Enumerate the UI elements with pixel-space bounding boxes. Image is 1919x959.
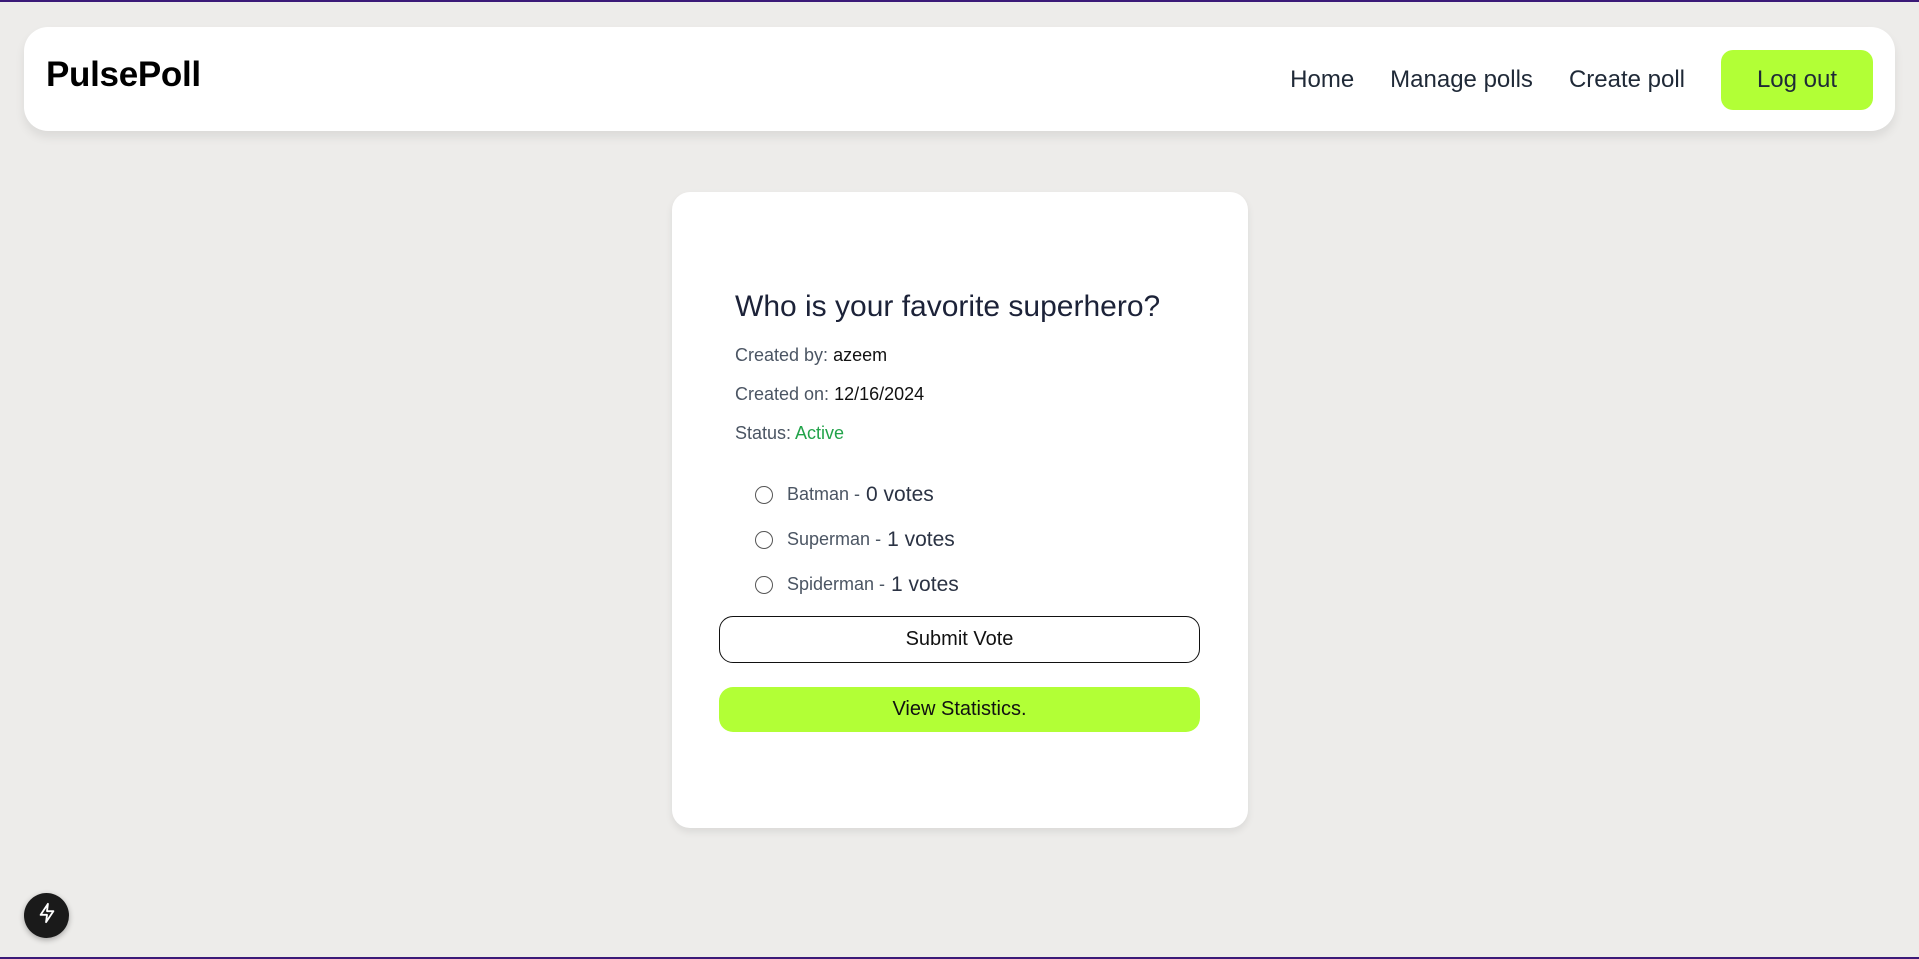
option-separator: - [875,529,882,549]
option-batman[interactable]: Batman - 0 votes [755,472,959,517]
option-votes: 1 votes [887,527,955,551]
logout-button[interactable]: Log out [1721,50,1873,110]
status-badge: Active [795,423,845,443]
poll-status: Status: Active [735,423,844,444]
option-label: Superman [787,529,871,549]
poll-options: Batman - 0 votes Superman - 1 votes Spid… [755,472,959,607]
poll-created-on: Created on: 12/16/2024 [735,384,924,405]
nav-home-link[interactable]: Home [1290,66,1354,94]
option-separator: - [854,484,861,504]
nav-create-poll-link[interactable]: Create poll [1569,66,1685,94]
lightning-icon [36,902,58,929]
top-navbar: PulsePoll Home Manage polls Create poll … [24,27,1895,131]
brand-logo[interactable]: PulsePoll [46,55,201,95]
option-spiderman[interactable]: Spiderman - 1 votes [755,562,959,607]
dev-tools-button[interactable] [24,893,69,938]
option-label: Spiderman [787,574,875,594]
nav-links: Home Manage polls Create poll Log out [1290,50,1873,110]
created-on-label: Created on: [735,384,830,404]
option-votes: 1 votes [891,572,959,596]
option-separator: - [879,574,886,594]
submit-vote-button[interactable]: Submit Vote [719,616,1200,663]
option-label: Batman [787,484,850,504]
nav-manage-polls-link[interactable]: Manage polls [1390,66,1533,94]
radio-button[interactable] [755,575,773,594]
poll-created-by: Created by: azeem [735,345,887,366]
status-label: Status: [735,423,792,443]
option-superman[interactable]: Superman - 1 votes [755,517,959,562]
radio-button[interactable] [755,530,773,549]
poll-question: Who is your favorite superhero? [735,290,1161,323]
created-by-value: azeem [833,345,888,365]
radio-button[interactable] [755,485,773,504]
poll-card: Who is your favorite superhero? Created … [672,192,1248,828]
created-on-value: 12/16/2024 [834,384,925,404]
view-statistics-button[interactable]: View Statistics. [719,687,1200,732]
created-by-label: Created by: [735,345,829,365]
option-votes: 0 votes [866,482,934,506]
